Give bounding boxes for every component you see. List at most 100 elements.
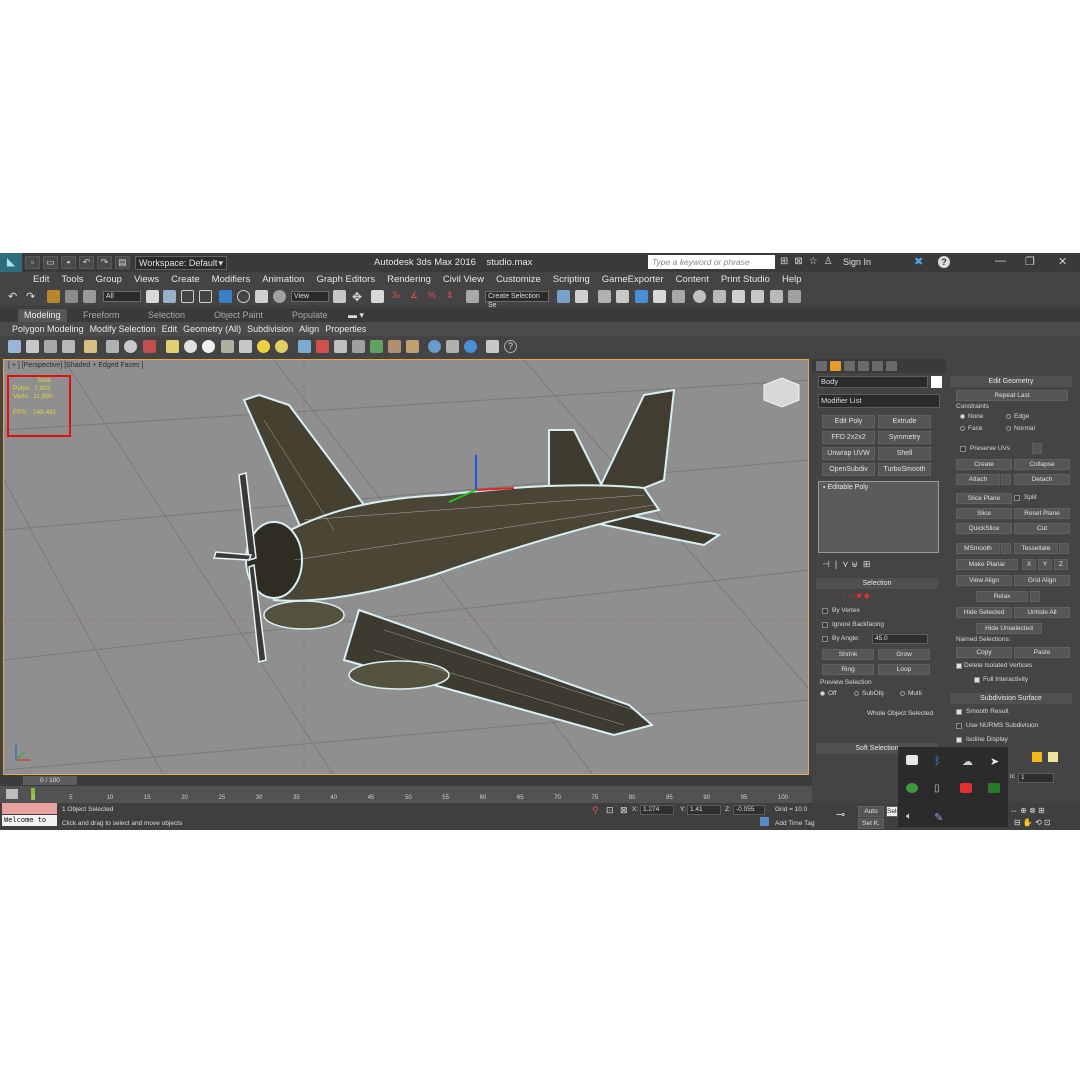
rotate-icon[interactable]: [237, 290, 250, 303]
preserve-uvs-settings-icon[interactable]: [1032, 443, 1042, 454]
named-selection-dropdown[interactable]: Create Selection Se: [485, 291, 549, 309]
curve-editor-icon[interactable]: [635, 290, 648, 303]
render-effects-icon[interactable]: [446, 340, 459, 353]
pen-feather-icon[interactable]: ✎: [934, 811, 946, 824]
undo-icon[interactable]: ↶: [79, 256, 94, 269]
systems-icon[interactable]: [352, 340, 365, 353]
schematic-view-icon[interactable]: [653, 290, 666, 303]
utilities-tab-icon[interactable]: [886, 361, 897, 371]
menu-civil-view[interactable]: Civil View: [443, 274, 484, 285]
layers-icon[interactable]: [44, 340, 57, 353]
foliage-icon[interactable]: [370, 340, 383, 353]
preview-off-radio[interactable]: [820, 691, 825, 696]
helpers-icon[interactable]: [316, 340, 329, 353]
close-icon[interactable]: ✕: [1058, 255, 1067, 268]
menu-views[interactable]: Views: [134, 274, 159, 285]
menu-group[interactable]: Group: [96, 274, 122, 285]
spacewarps-icon[interactable]: [334, 340, 347, 353]
time-slider-handle[interactable]: 0 / 100: [23, 776, 77, 785]
constraint-edge-radio[interactable]: [1006, 414, 1011, 419]
percent-snap-icon[interactable]: %: [428, 290, 441, 303]
usb-device-icon[interactable]: ▯: [934, 783, 946, 794]
subdivision-surface-header[interactable]: Subdivision Surface: [950, 693, 1072, 704]
material-editor-icon[interactable]: [672, 290, 685, 303]
loop-button[interactable]: Loop: [878, 664, 930, 675]
constraint-face-radio[interactable]: [960, 426, 965, 431]
biped-icon[interactable]: [388, 340, 401, 353]
open-file-icon[interactable]: ▭: [43, 256, 58, 269]
slice-button[interactable]: Slice: [956, 508, 1012, 519]
angle-snap-icon[interactable]: ∡: [410, 290, 423, 303]
scene-explorer-icon[interactable]: [26, 340, 39, 353]
workspace-dropdown[interactable]: Workspace: Default ▾: [135, 255, 227, 270]
attach-button[interactable]: Attach: [956, 474, 1000, 485]
environment-icon[interactable]: [428, 340, 441, 353]
max-logo-icon[interactable]: ◣: [0, 253, 22, 272]
security-shield-icon[interactable]: [906, 755, 918, 765]
nvidia-share-icon[interactable]: [906, 783, 918, 793]
smooth-result-checkbox[interactable]: [956, 709, 962, 715]
view-align-button[interactable]: View Align: [956, 575, 1012, 586]
reference-coordinate-dropdown[interactable]: View: [291, 291, 329, 302]
menu-rendering[interactable]: Rendering: [387, 274, 431, 285]
preview-subobj-radio[interactable]: [854, 691, 859, 696]
shrink-button[interactable]: Shrink: [822, 649, 874, 660]
project-folder-icon[interactable]: ▤: [115, 256, 130, 269]
key-icon[interactable]: ⊸: [836, 808, 845, 821]
make-planar-button[interactable]: Make Planar: [956, 559, 1018, 570]
spinner-snap-icon[interactable]: ⇕: [446, 290, 459, 303]
volume-icon[interactable]: 🔈︎: [906, 811, 918, 822]
hide-unselected-button[interactable]: Hide Unselected: [976, 623, 1042, 634]
cloud-off-icon[interactable]: ☁: [962, 755, 974, 768]
ribbon-subdivision[interactable]: Subdivision: [247, 324, 293, 334]
cage-color-swatch[interactable]: [1032, 752, 1042, 762]
y-coord-field[interactable]: 1.41: [687, 805, 721, 815]
menu-help[interactable]: Help: [782, 274, 802, 285]
mod-opensubdiv-button[interactable]: OpenSubdiv: [822, 463, 875, 476]
set-key-button[interactable]: Set K.: [858, 818, 884, 829]
geosphere-icon[interactable]: [202, 340, 215, 353]
modifier-stack[interactable]: ▪ Editable Poly: [818, 481, 939, 553]
mod-unwrap-uvw-button[interactable]: Unwrap UVW: [822, 447, 875, 460]
absolute-mode-icon[interactable]: ⊠: [620, 805, 628, 816]
crowd-icon[interactable]: [406, 340, 419, 353]
grow-button[interactable]: Grow: [878, 649, 930, 660]
ribbon-align[interactable]: Align: [299, 324, 319, 334]
maxscript-mini-listener[interactable]: Welcome to: [2, 815, 57, 826]
particles-icon[interactable]: [298, 340, 311, 353]
tab-selection[interactable]: Selection: [142, 309, 191, 322]
key-filter-dropdown[interactable]: Sele: [886, 806, 898, 817]
mod-shell-button[interactable]: Shell: [878, 447, 931, 460]
scale-icon[interactable]: [255, 290, 268, 303]
msmooth-settings-icon[interactable]: [1001, 543, 1011, 554]
constraint-normal-radio[interactable]: [1006, 426, 1011, 431]
menu-modifiers[interactable]: Modifiers: [212, 274, 251, 285]
collapse-button[interactable]: Collapse: [1014, 459, 1070, 470]
full-interactivity-checkbox[interactable]: [974, 677, 980, 683]
tab-populate[interactable]: Populate: [286, 309, 334, 322]
select-manipulate-icon[interactable]: ✥: [352, 290, 365, 304]
hierarchy-icon[interactable]: [106, 340, 119, 353]
mod-edit-poly-button[interactable]: Edit Poly: [822, 415, 875, 428]
menu-graph-editors[interactable]: Graph Editors: [316, 274, 375, 285]
msmooth-button[interactable]: MSmooth: [956, 543, 1000, 554]
render-production-icon[interactable]: [732, 290, 745, 303]
ribbon-edit[interactable]: Edit: [162, 324, 178, 334]
communication-icon[interactable]: ⊠: [794, 256, 802, 267]
render-setup-icon[interactable]: [693, 290, 706, 303]
select-by-name-icon[interactable]: [163, 290, 176, 303]
selection-lock-icon[interactable]: ⊡: [606, 805, 614, 816]
favorites-star-icon[interactable]: ☆: [809, 256, 818, 267]
user-icon[interactable]: ♙: [824, 256, 833, 267]
unlink-icon[interactable]: [65, 290, 78, 303]
maxscript-listener-top[interactable]: [2, 803, 57, 814]
menu-animation[interactable]: Animation: [262, 274, 304, 285]
cone-icon[interactable]: [239, 340, 252, 353]
orbit-pan-icons[interactable]: ⊟ ✋ ⟲ ⊡: [1014, 818, 1051, 827]
ribbon-properties[interactable]: Properties: [325, 324, 366, 334]
paste-button[interactable]: Paste: [1014, 647, 1070, 658]
render-iterative-icon[interactable]: [751, 290, 764, 303]
tab-object-paint[interactable]: Object Paint: [208, 309, 269, 322]
help-icon[interactable]: ?: [938, 256, 950, 268]
customize-ui-icon[interactable]: [486, 340, 499, 353]
